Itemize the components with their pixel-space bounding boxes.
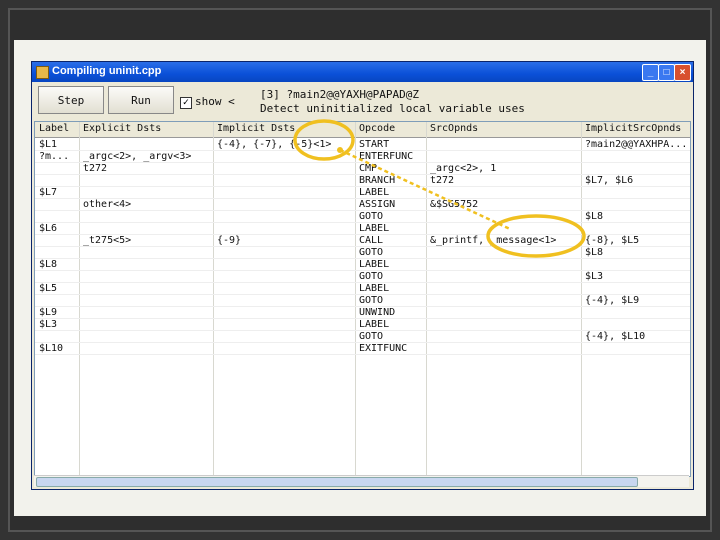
table-cell: GOTO	[359, 211, 384, 222]
app-window: Compiling uninit.cpp _ □ × Step Run ✓ sh…	[31, 61, 694, 490]
minimize-icon[interactable]: _	[642, 64, 659, 81]
table-cell: GOTO	[359, 271, 384, 282]
table-cell: $L3	[585, 271, 604, 282]
table-cell: $L7, $L6	[585, 175, 634, 186]
table-cell: t272	[83, 163, 108, 174]
table-cell: LABEL	[359, 187, 390, 198]
table-cell: other<4>	[83, 199, 132, 210]
col-divider	[426, 122, 427, 476]
col-explicit-dsts[interactable]: Explicit Dsts	[83, 123, 161, 134]
col-opcode[interactable]: Opcode	[359, 123, 395, 134]
table-cell: UNWIND	[359, 307, 396, 318]
col-implicit-srcopnds[interactable]: ImplicitSrcOpnds	[585, 123, 681, 134]
maximize-icon[interactable]: □	[658, 64, 675, 81]
close-icon[interactable]: ×	[674, 64, 691, 81]
table-cell: $L8	[585, 247, 604, 258]
table-cell: $L6	[39, 223, 58, 234]
show-checkbox-label: show <	[195, 95, 235, 108]
table-cell: CALL	[359, 235, 384, 246]
table-cell: {-4}, $L9	[585, 295, 640, 306]
table-cell: {-4}, $L10	[585, 331, 646, 342]
table-cell: $L3	[39, 319, 58, 330]
col-divider	[79, 122, 80, 476]
table-cell: BRANCH	[359, 175, 396, 186]
table-cell: _argc<2>, _argv<3>	[83, 151, 192, 162]
table-cell: &$SG5752	[430, 199, 479, 210]
table-cell: GOTO	[359, 295, 384, 306]
table-cell: &_printf, _message<1>	[430, 235, 557, 246]
table-cell: LABEL	[359, 259, 390, 270]
table-cell: $L1	[39, 139, 58, 150]
col-divider	[213, 122, 214, 476]
horizontal-scrollbar[interactable]	[34, 475, 689, 487]
ir-table[interactable]: Label Explicit Dsts Implicit Dsts Opcode…	[34, 121, 691, 477]
function-name: [3] ?main2@@YAXH@PAPAD@Z	[260, 88, 419, 101]
table-row[interactable]	[35, 354, 690, 355]
table-cell: $L9	[39, 307, 58, 318]
window-title: Compiling uninit.cpp	[52, 65, 162, 77]
col-implicit-dsts[interactable]: Implicit Dsts	[217, 123, 295, 134]
table-cell: $L7	[39, 187, 58, 198]
table-cell: $L8	[39, 259, 58, 270]
table-cell: ?main2@@YAXHPA...	[585, 139, 688, 150]
scrollbar-thumb[interactable]	[36, 477, 638, 487]
toolbar: Step Run ✓ show < [3] ?main2@@YAXH@PAPAD…	[32, 82, 693, 120]
col-divider	[581, 122, 582, 476]
table-cell: {-8}, $L5	[585, 235, 640, 246]
table-cell: ENTERFUNC	[359, 151, 414, 162]
table-cell: t272	[430, 175, 455, 186]
table-cell: CMP	[359, 163, 378, 174]
table-cell: _t275<5>	[83, 235, 132, 246]
table-cell: _argc<2>, 1	[430, 163, 497, 174]
table-cell: ASSIGN	[359, 199, 396, 210]
step-button[interactable]: Step	[38, 86, 104, 114]
table-cell: ?m...	[39, 151, 70, 162]
phase-description: Detect uninitialized local variable uses	[260, 102, 525, 115]
table-cell: $L5	[39, 283, 58, 294]
table-cell: EXITFUNC	[359, 343, 408, 354]
title-bar[interactable]: Compiling uninit.cpp _ □ ×	[32, 62, 693, 82]
table-cell: $L8	[585, 211, 604, 222]
table-cell: START	[359, 139, 390, 150]
table-cell: {-9}	[217, 235, 242, 246]
show-checkbox[interactable]: ✓	[180, 97, 192, 109]
table-cell: {-4}, {-7}, {-5}<1>	[217, 139, 332, 150]
run-button[interactable]: Run	[108, 86, 174, 114]
col-divider	[355, 122, 356, 476]
app-icon	[36, 66, 49, 79]
table-cell: LABEL	[359, 223, 390, 234]
table-cell: GOTO	[359, 247, 384, 258]
col-srcopnds[interactable]: SrcOpnds	[430, 123, 478, 134]
table-cell: GOTO	[359, 331, 384, 342]
table-header: Label Explicit Dsts Implicit Dsts Opcode…	[35, 122, 690, 138]
table-cell: $L10	[39, 343, 64, 354]
col-label[interactable]: Label	[39, 123, 69, 134]
table-cell: LABEL	[359, 283, 390, 294]
table-cell: LABEL	[359, 319, 390, 330]
